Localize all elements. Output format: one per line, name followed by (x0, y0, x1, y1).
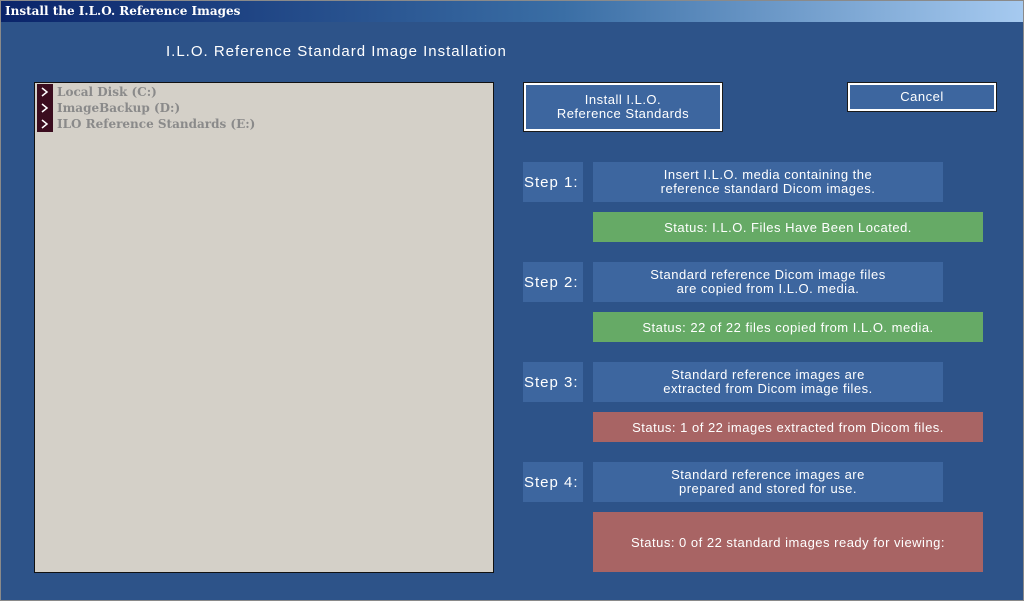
step-2-label: Step 2: (523, 262, 583, 302)
tree-item-local-disk[interactable]: Local Disk (C:) (37, 84, 157, 100)
step-2-description: Standard reference Dicom image files are… (593, 262, 943, 302)
step-1-status: Status: I.L.O. Files Have Been Located. (593, 212, 983, 242)
window-title: Install the I.L.O. Reference Images (5, 4, 241, 18)
chevron-right-icon[interactable] (37, 100, 53, 116)
tree-item-image-backup[interactable]: ImageBackup (D:) (37, 100, 180, 116)
step-4-label: Step 4: (523, 462, 583, 502)
step-1-description: Insert I.L.O. media containing the refer… (593, 162, 943, 202)
tree-item-label: Local Disk (C:) (57, 85, 157, 99)
step-4-status: Status: 0 of 22 standard images ready fo… (593, 512, 983, 572)
title-bar[interactable]: Install the I.L.O. Reference Images (1, 1, 1023, 22)
step-3-status: Status: 1 of 22 images extracted from Di… (593, 412, 983, 442)
install-button[interactable]: Install I.L.O. Reference Standards (523, 82, 723, 132)
step-3-label: Step 3: (523, 362, 583, 402)
chevron-right-icon[interactable] (37, 116, 53, 132)
install-window: Install the I.L.O. Reference Images I.L.… (0, 0, 1024, 601)
tree-item-ilo-reference[interactable]: ILO Reference Standards (E:) (37, 116, 255, 132)
cancel-button[interactable]: Cancel (847, 82, 997, 112)
step-3-description: Standard reference images are extracted … (593, 362, 943, 402)
step-4-description: Standard reference images are prepared a… (593, 462, 943, 502)
step-2-status: Status: 22 of 22 files copied from I.L.O… (593, 312, 983, 342)
drive-tree[interactable]: Local Disk (C:) ImageBackup (D:) ILO Ref… (34, 82, 494, 573)
tree-item-label: ILO Reference Standards (E:) (57, 117, 256, 131)
step-1-label: Step 1: (523, 162, 583, 202)
chevron-right-icon[interactable] (37, 84, 53, 100)
page-title: I.L.O. Reference Standard Image Installa… (166, 43, 507, 60)
tree-item-label: ImageBackup (D:) (57, 101, 181, 115)
